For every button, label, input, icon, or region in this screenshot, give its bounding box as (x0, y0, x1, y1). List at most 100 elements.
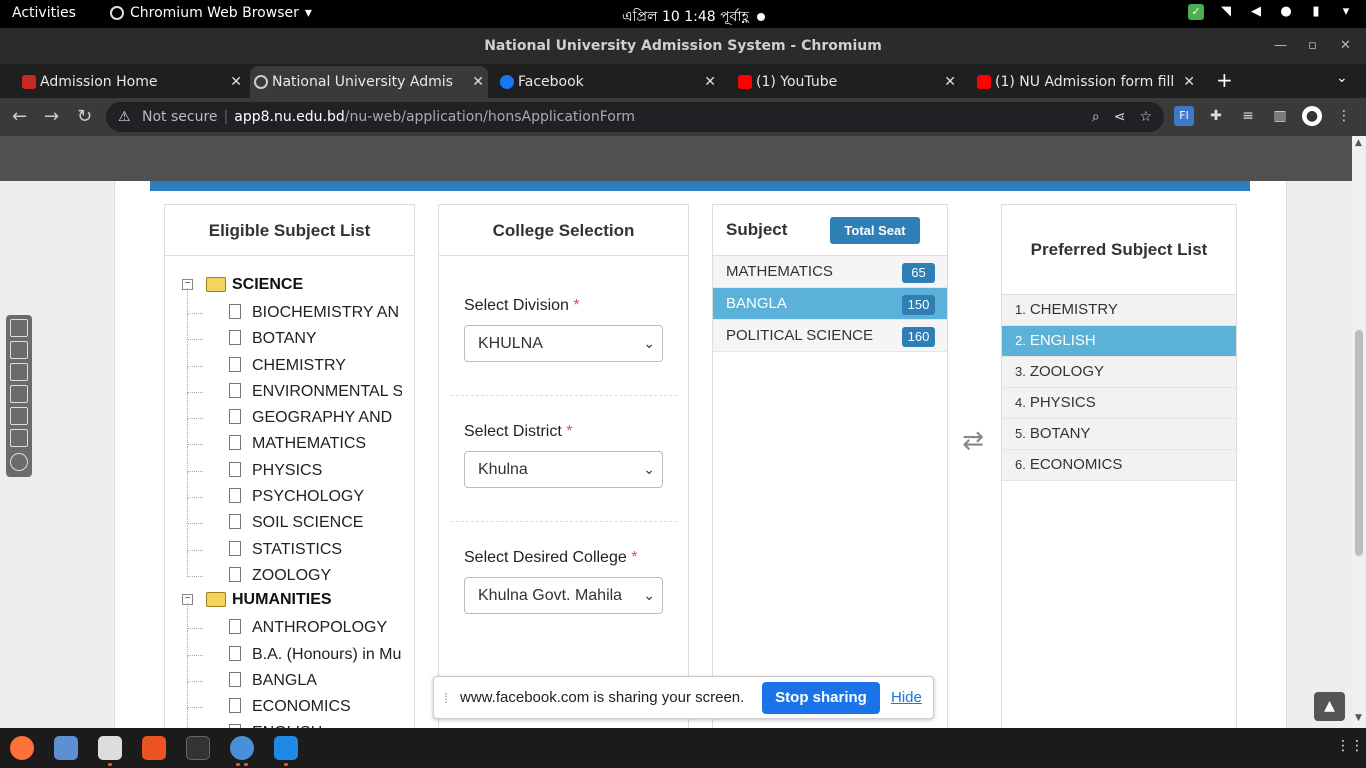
app-grid-icon[interactable]: ⋮⋮⋮ (1336, 738, 1366, 754)
tree-item[interactable]: ENVIRONMENTAL S (165, 366, 414, 405)
tab-nu-admission-form[interactable]: (1) NU Admission form fill ✕ (973, 66, 1199, 98)
microphone-icon[interactable]: ● (1278, 4, 1294, 20)
preferred-row[interactable]: 1. CHEMISTRY (1002, 295, 1236, 326)
scroll-down-icon[interactable]: ▼ (1355, 713, 1362, 723)
caret-down-icon[interactable]: ▾ (1338, 4, 1354, 20)
tool-square-icon[interactable] (10, 407, 28, 425)
tree-item[interactable]: MATHEMATICS (165, 419, 414, 457)
preferred-row[interactable]: 2. ENGLISH (1002, 326, 1236, 357)
scroll-up-icon[interactable]: ▲ (1355, 138, 1362, 148)
tool-square-icon[interactable] (10, 385, 28, 403)
volume-icon[interactable]: ◀ (1248, 4, 1264, 20)
tab-admission-home[interactable]: Admission Home ✕ (18, 66, 246, 98)
tree-group[interactable]: − SCIENCE (165, 274, 414, 300)
app-menu[interactable]: Chromium Web Browser ▾ (110, 5, 312, 21)
prohibited-icon[interactable] (10, 453, 28, 471)
zoom-icon[interactable]: ⌕ (1092, 102, 1100, 132)
warning-icon[interactable]: ⚠ (118, 102, 131, 132)
tree-line (187, 575, 203, 577)
new-tab-icon[interactable]: + (1216, 68, 1233, 92)
address-bar[interactable]: ⚠ Not secure | app8.nu.edu.bd/nu-web/appli… (106, 102, 1164, 132)
battery-icon[interactable]: ▮ (1308, 4, 1324, 20)
tree-line (187, 628, 203, 630)
wifi-icon[interactable]: ◥ (1218, 4, 1234, 20)
tree-item[interactable]: STATISTICS (165, 524, 414, 563)
preferred-row[interactable]: 5. BOTANY (1002, 419, 1236, 450)
media-queue-icon[interactable]: ≡ (1238, 106, 1258, 126)
swap-arrows-icon[interactable]: ⇄ (957, 426, 989, 456)
close-tab-icon[interactable]: ✕ (944, 66, 956, 98)
share-icon[interactable]: ⋖ (1114, 102, 1126, 132)
hide-link[interactable]: Hide (891, 689, 922, 706)
not-secure-label[interactable]: Not secure (142, 109, 218, 125)
minimize-icon[interactable]: — (1274, 28, 1287, 64)
reload-icon[interactable]: ↻ (77, 106, 92, 127)
tab-search-chevron-icon[interactable]: ⌄ (1336, 70, 1348, 86)
forward-icon[interactable]: → (44, 106, 59, 127)
tree-item[interactable]: GEOGRAPHY AND (165, 393, 414, 431)
tree-item[interactable]: BANGLA (165, 655, 414, 694)
division-label: Select Division * (464, 297, 664, 315)
tree-item[interactable]: PHYSICS (165, 445, 414, 484)
tool-square-icon[interactable] (10, 429, 28, 447)
tree-item[interactable]: BOTANY (165, 314, 414, 352)
close-tab-icon[interactable]: ✕ (704, 66, 716, 98)
tree-item[interactable]: ANTHROPOLOGY (165, 603, 414, 641)
scroll-to-top-button[interactable]: ▲ (1314, 692, 1345, 721)
side-panel-icon[interactable]: ▥ (1270, 106, 1290, 126)
drag-grip-icon[interactable]: ⁞ (444, 690, 448, 706)
subject-row[interactable]: MATHEMATICS 65 (713, 256, 947, 288)
tab-facebook[interactable]: Facebook ✕ (496, 66, 720, 98)
back-icon[interactable]: ← (12, 106, 27, 127)
extension-icon[interactable]: Fl (1174, 106, 1194, 126)
software-icon[interactable] (142, 736, 166, 760)
close-tab-icon[interactable]: ✕ (230, 66, 242, 98)
tab-nu-admission-system[interactable]: National University Admis ✕ (250, 66, 488, 98)
stop-sharing-button[interactable]: Stop sharing (762, 682, 880, 714)
menu-kebab-icon[interactable]: ⋮ (1334, 106, 1354, 126)
files-icon[interactable] (98, 736, 122, 760)
shield-check-icon[interactable]: ✓ (1188, 4, 1204, 20)
system-top-bar: Activities Chromium Web Browser ▾ এপ্রিল… (0, 0, 1366, 28)
division-select[interactable]: KHULNA ⌄ (464, 325, 663, 362)
subject-row[interactable]: BANGLA 150 (713, 288, 947, 320)
tab-youtube[interactable]: (1) YouTube ✕ (734, 66, 960, 98)
close-window-icon[interactable]: ✕ (1340, 28, 1351, 64)
bookmark-star-icon[interactable]: ☆ (1139, 102, 1152, 132)
profile-avatar-icon[interactable]: ● (1302, 106, 1322, 126)
document-icon (229, 461, 241, 477)
tool-square-icon[interactable] (10, 319, 28, 337)
district-select[interactable]: Khulna ⌄ (464, 451, 663, 488)
tool-square-icon[interactable] (10, 363, 28, 381)
firefox-icon[interactable] (10, 736, 34, 760)
tree-item[interactable]: ZOOLOGY (165, 550, 414, 589)
seat-count-badge: 65 (902, 263, 935, 283)
preferred-row[interactable]: 4. PHYSICS (1002, 388, 1236, 419)
tree-item[interactable]: CHEMISTRY (165, 340, 414, 379)
tree-item[interactable]: ECONOMICS (165, 682, 414, 720)
tree-item[interactable]: B.A. (Honours) in Mu (165, 629, 414, 668)
activities-button[interactable]: Activities (12, 5, 76, 21)
clock[interactable]: এপ্রিল 10 1:48 পূর্বাহ্ণ (622, 5, 765, 29)
preferred-row[interactable]: 6. ECONOMICS (1002, 450, 1236, 481)
terminal-icon[interactable] (186, 736, 210, 760)
chromium-icon[interactable] (230, 736, 254, 760)
tree-item[interactable]: PSYCHOLOGY (165, 472, 414, 510)
scrollbar-thumb[interactable] (1355, 330, 1363, 556)
maximize-icon[interactable]: ▫ (1308, 28, 1317, 64)
tree-item[interactable]: SOIL SCIENCE (165, 498, 414, 536)
system-tray[interactable]: ✓ ◥ ◀ ● ▮ ▾ (1188, 4, 1354, 20)
close-tab-icon[interactable]: ✕ (472, 66, 484, 98)
preferred-row[interactable]: 3. ZOOLOGY (1002, 357, 1236, 388)
thunderbird-icon[interactable] (54, 736, 78, 760)
close-tab-icon[interactable]: ✕ (1183, 66, 1195, 98)
college-select[interactable]: Khulna Govt. Mahila ⌄ (464, 577, 663, 614)
extensions-puzzle-icon[interactable]: ✚ (1206, 106, 1226, 126)
tool-square-icon[interactable] (10, 341, 28, 359)
tree-group[interactable]: − HUMANITIES (165, 589, 414, 615)
subject-row[interactable]: POLITICAL SCIENCE 160 (713, 320, 947, 352)
vscode-icon[interactable] (274, 736, 298, 760)
tree-item[interactable]: BIOCHEMISTRY AN (165, 288, 414, 326)
tree-group-label: HUMANITIES (232, 591, 332, 609)
page-scrollbar[interactable]: ▲ ▼ (1352, 136, 1366, 728)
